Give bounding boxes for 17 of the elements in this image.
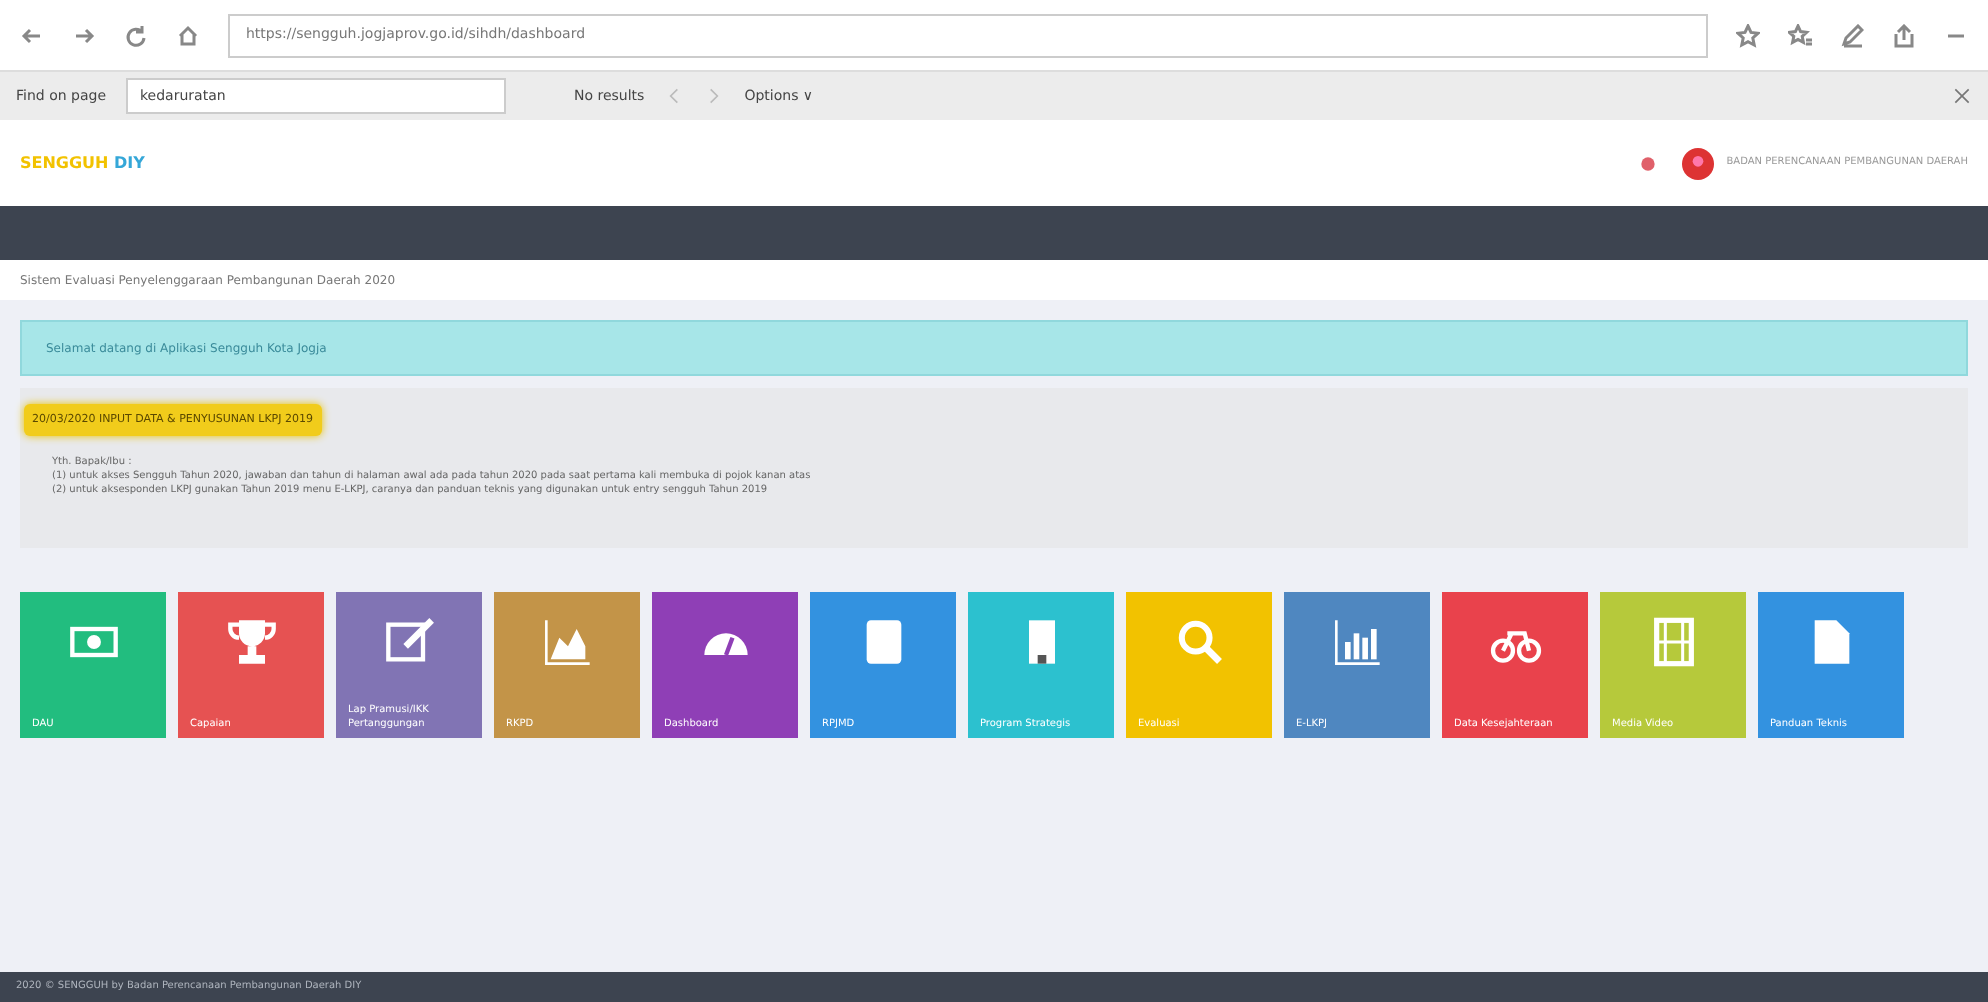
avatar-icon[interactable] [1682, 147, 1715, 179]
pen-icon[interactable] [1840, 23, 1864, 47]
favorites-icon[interactable] [1788, 23, 1812, 47]
edit-icon [383, 616, 435, 668]
home-icon[interactable] [176, 23, 200, 47]
share-icon[interactable] [1892, 23, 1916, 47]
notification-icon[interactable] [1638, 153, 1659, 173]
area-chart-icon [541, 616, 593, 668]
forward-icon[interactable] [72, 23, 96, 47]
logo[interactable]: SENGGUH DIY [20, 151, 145, 175]
trophy-icon [225, 616, 277, 668]
back-icon[interactable] [20, 23, 44, 47]
star-icon[interactable] [1736, 23, 1760, 47]
search-icon [1173, 616, 1225, 668]
bar-chart-icon [1331, 616, 1383, 668]
refresh-icon[interactable] [124, 23, 148, 47]
close-icon[interactable] [1952, 86, 1972, 106]
